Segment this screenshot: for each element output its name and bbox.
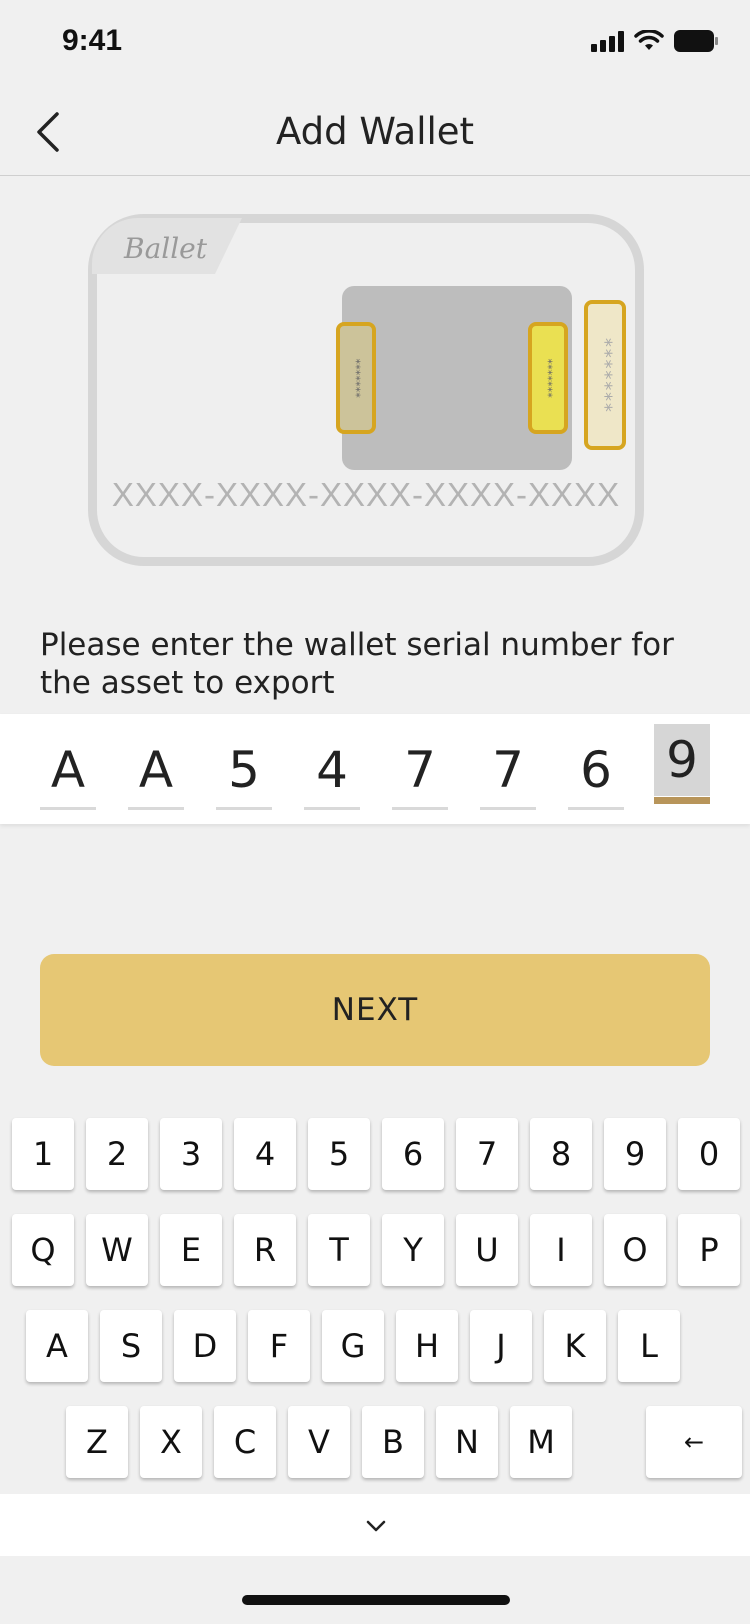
key[interactable]: E xyxy=(160,1214,222,1286)
card-serial-mask: XXXX-XXXX-XXXX-XXXX-XXXX xyxy=(111,476,621,513)
key[interactable]: 5 xyxy=(308,1118,370,1190)
battery-icon xyxy=(674,30,718,52)
key[interactable]: Z xyxy=(66,1406,128,1478)
key[interactable]: Y xyxy=(382,1214,444,1286)
key[interactable]: L xyxy=(618,1310,680,1382)
key[interactable]: A xyxy=(26,1310,88,1382)
serial-char-input[interactable]: A xyxy=(40,724,96,816)
serial-char-input[interactable]: 6 xyxy=(568,724,624,816)
key[interactable]: Q xyxy=(12,1214,74,1286)
key[interactable]: N xyxy=(436,1406,498,1478)
backspace-key[interactable]: ← xyxy=(646,1406,742,1478)
key[interactable]: 3 xyxy=(160,1118,222,1190)
next-button[interactable]: NEXT xyxy=(40,954,710,1066)
status-time: 9:41 xyxy=(62,24,123,57)
instruction-text: Please enter the wallet serial number fo… xyxy=(40,627,674,701)
key[interactable]: X xyxy=(140,1406,202,1478)
key[interactable]: 4 xyxy=(234,1118,296,1190)
serial-char-input[interactable]: 4 xyxy=(304,724,360,816)
key[interactable]: V xyxy=(288,1406,350,1478)
signal-icon xyxy=(591,30,624,52)
keyboard-footer xyxy=(0,1494,750,1556)
serial-char-input[interactable]: 7 xyxy=(392,724,448,816)
wifi-icon xyxy=(634,30,664,50)
key[interactable]: G xyxy=(322,1310,384,1382)
key[interactable]: K xyxy=(544,1310,606,1382)
serial-input-row: A A 5 4 7 7 6 9 xyxy=(0,714,750,824)
key[interactable]: S xyxy=(100,1310,162,1382)
key[interactable]: C xyxy=(214,1406,276,1478)
key[interactable]: 1 xyxy=(12,1118,74,1190)
status-icons xyxy=(591,30,718,52)
serial-char-input[interactable]: 5 xyxy=(216,724,272,816)
key[interactable]: W xyxy=(86,1214,148,1286)
serial-char-input-active[interactable]: 9 xyxy=(654,724,710,804)
on-screen-keyboard: 1 2 3 4 5 6 7 8 9 0 Q W E R T Y U I O P … xyxy=(0,1096,750,1496)
page-title: Add Wallet xyxy=(275,110,475,153)
key[interactable]: 9 xyxy=(604,1118,666,1190)
key[interactable]: O xyxy=(604,1214,666,1286)
key[interactable]: P xyxy=(678,1214,740,1286)
nav-bar: Add Wallet xyxy=(0,88,750,176)
card-brand-logo: Ballet xyxy=(124,232,208,265)
serial-char-input[interactable]: A xyxy=(128,724,184,816)
tamper-strip-left: ******* xyxy=(336,322,376,434)
key[interactable]: H xyxy=(396,1310,458,1382)
wallet-card-illustration: Ballet ******* ******* ******* XXXX-XXXX… xyxy=(88,214,644,566)
key[interactable]: R xyxy=(234,1214,296,1286)
key[interactable]: B xyxy=(362,1406,424,1478)
key[interactable]: 6 xyxy=(382,1118,444,1190)
home-indicator xyxy=(242,1595,510,1605)
key[interactable]: J xyxy=(470,1310,532,1382)
key[interactable]: U xyxy=(456,1214,518,1286)
key[interactable]: 0 xyxy=(678,1118,740,1190)
key[interactable]: F xyxy=(248,1310,310,1382)
serial-char-input[interactable]: 7 xyxy=(480,724,536,816)
key[interactable]: M xyxy=(510,1406,572,1478)
key[interactable]: I xyxy=(530,1214,592,1286)
status-bar: 9:41 xyxy=(0,0,750,88)
key[interactable]: D xyxy=(174,1310,236,1382)
key[interactable]: T xyxy=(308,1214,370,1286)
tamper-strip-middle: ******* xyxy=(528,322,568,434)
key[interactable]: 7 xyxy=(456,1118,518,1190)
key[interactable]: 8 xyxy=(530,1118,592,1190)
tamper-strip-right: ******* xyxy=(584,300,626,450)
chevron-down-icon xyxy=(366,1520,386,1532)
collapse-keyboard-button[interactable] xyxy=(356,1508,396,1544)
key[interactable]: 2 xyxy=(86,1118,148,1190)
